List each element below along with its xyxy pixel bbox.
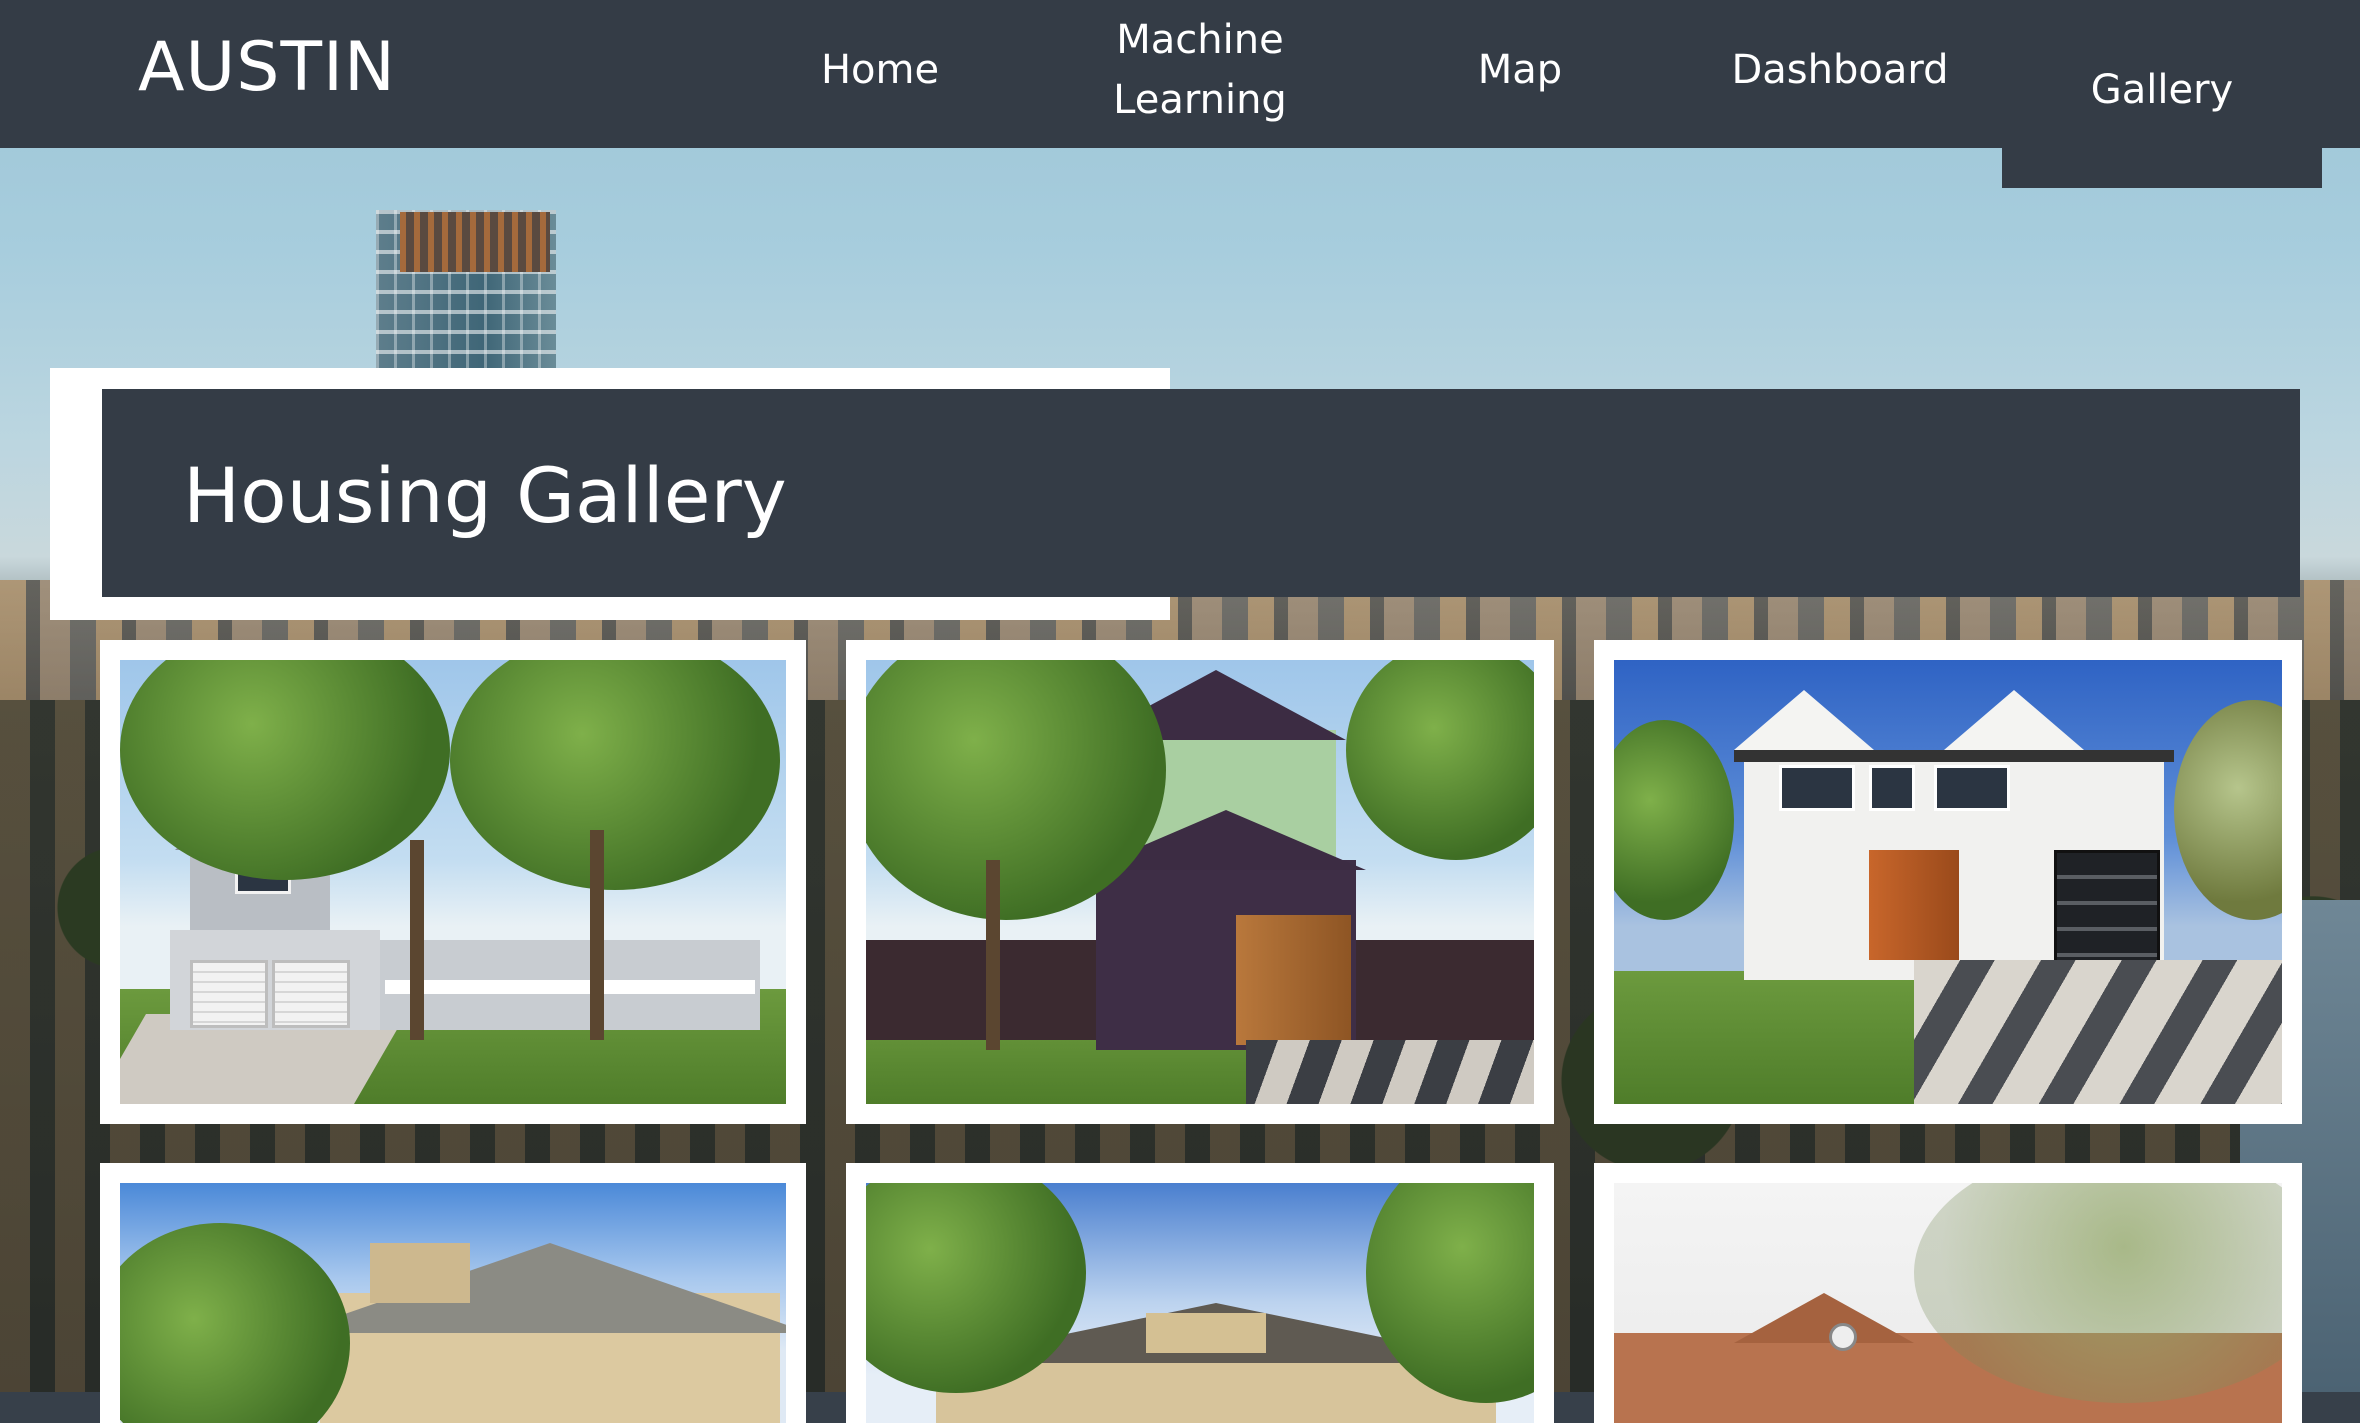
nav-dashboard[interactable]: Dashboard bbox=[1700, 40, 1980, 100]
gallery-card[interactable] bbox=[846, 640, 1554, 1124]
gallery-card[interactable] bbox=[100, 640, 806, 1124]
nav-machine-learning-line2: Learning bbox=[1113, 77, 1287, 123]
house-photo bbox=[120, 1183, 786, 1423]
gallery-card[interactable] bbox=[100, 1163, 806, 1423]
house-photo bbox=[120, 660, 786, 1104]
nav-map[interactable]: Map bbox=[1440, 40, 1600, 100]
tower-crown bbox=[400, 212, 550, 272]
nav-machine-learning-line1: Machine bbox=[1116, 17, 1284, 63]
page-title: Housing Gallery bbox=[183, 451, 787, 540]
house-photo bbox=[1614, 660, 2282, 1104]
nav-machine-learning[interactable]: Machine Learning bbox=[1080, 10, 1320, 130]
nav-gallery-active-tab bbox=[2002, 120, 2322, 188]
nav-home[interactable]: Home bbox=[800, 40, 960, 100]
house-photo bbox=[866, 1183, 1534, 1423]
house-photo bbox=[1614, 1183, 2282, 1423]
brand-logo[interactable]: AUSTIN bbox=[138, 28, 396, 107]
house-photo bbox=[866, 660, 1534, 1104]
gallery-card[interactable] bbox=[846, 1163, 1554, 1423]
gallery-card[interactable] bbox=[1594, 1163, 2302, 1423]
nav-gallery[interactable]: Gallery bbox=[2002, 60, 2322, 120]
gallery-card[interactable] bbox=[1594, 640, 2302, 1124]
